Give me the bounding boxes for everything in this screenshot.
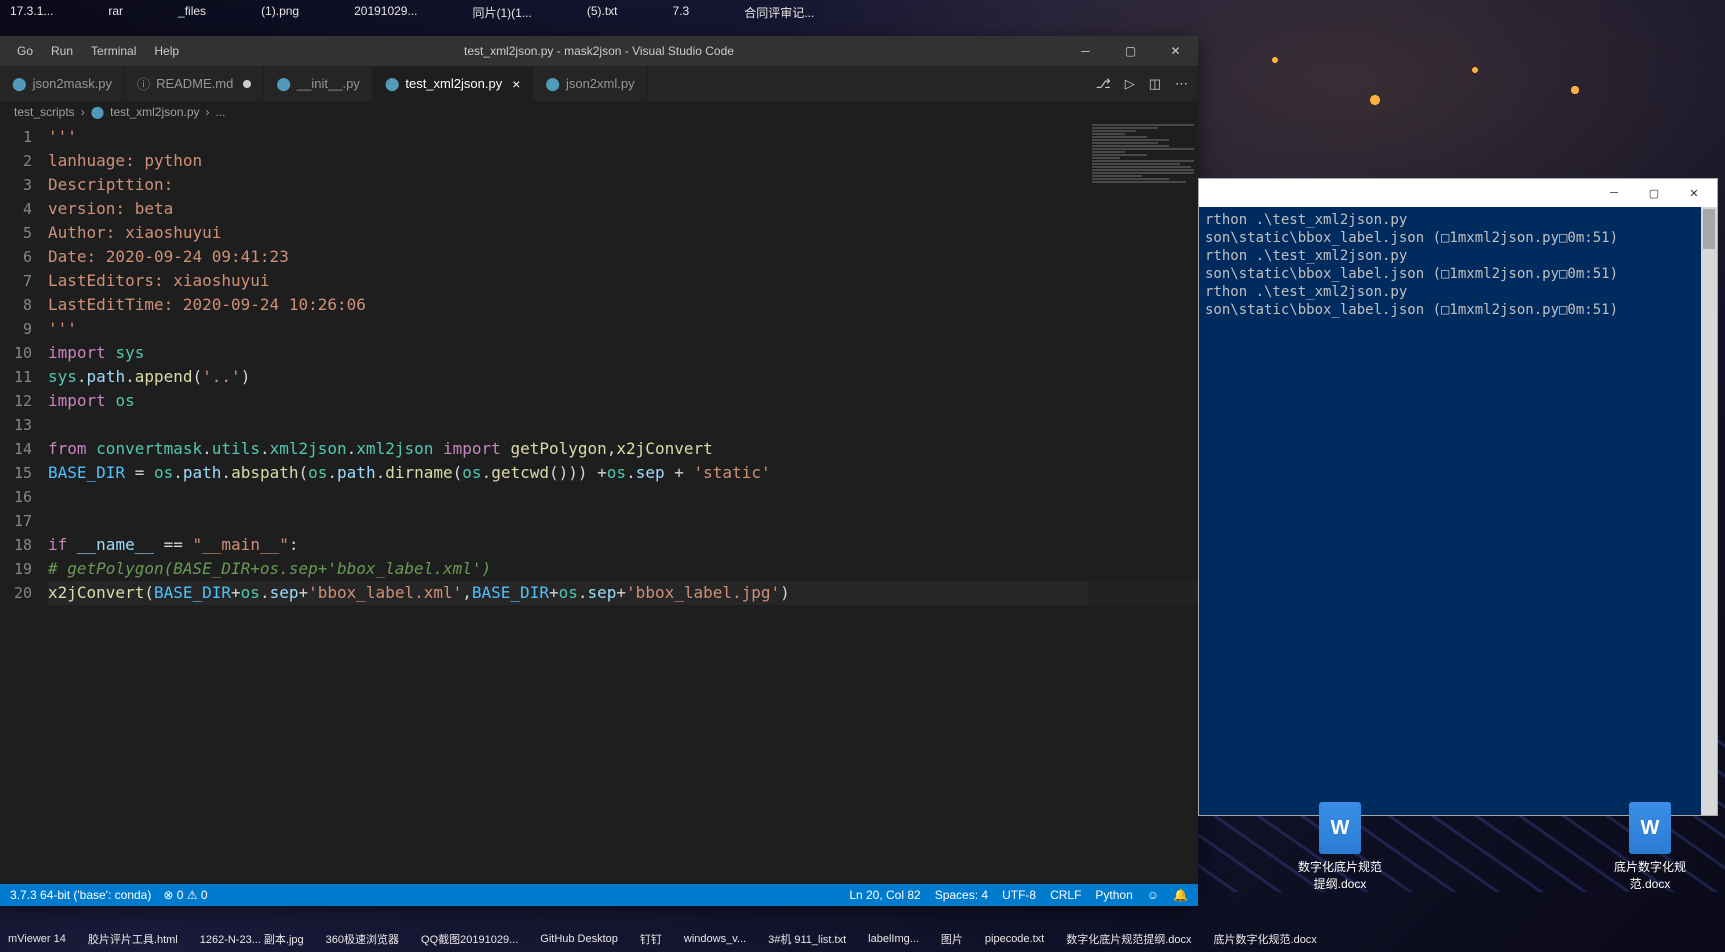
status-bell-icon[interactable]: 🔔 <box>1173 888 1188 902</box>
maximize-button[interactable]: ▢ <box>1108 36 1153 66</box>
tab-test-xml2json[interactable]: ⬤ test_xml2json.py × <box>373 66 534 101</box>
terminal-window: ─ ▢ ✕ rthon .\test_xml2json.py son\stati… <box>1198 178 1718 816</box>
python-icon: ⬤ <box>12 76 27 92</box>
vscode-window: Go Run Terminal Help test_xml2json.py - … <box>0 36 1198 906</box>
close-icon[interactable]: × <box>512 76 520 92</box>
compare-icon[interactable]: ⎇ <box>1096 76 1111 92</box>
breadcrumb-item[interactable]: test_scripts <box>14 105 75 119</box>
close-button[interactable]: ✕ <box>1153 36 1198 66</box>
taskbar-item[interactable]: 3#机 911_list.txt <box>768 931 846 947</box>
desktop-icon-label[interactable]: _files <box>178 4 206 18</box>
terminal-output[interactable]: rthon .\test_xml2json.py son\static\bbox… <box>1199 207 1717 815</box>
taskbar-item[interactable]: 1262-N-23... 副本.jpg <box>200 931 304 947</box>
desktop-icon-label[interactable]: 同片(1)(1... <box>473 4 532 21</box>
tab-label: __init__.py <box>297 76 360 91</box>
status-cursor[interactable]: Ln 20, Col 82 <box>849 888 920 902</box>
desktop-docx-icon[interactable]: W 底片数字化规范.docx <box>1605 802 1695 892</box>
taskbar-item[interactable]: windows_v... <box>684 933 746 945</box>
editor-tabs: ⬤ json2mask.py ⓘ README.md ⬤ __init__.py ⬤ t… <box>0 66 1198 101</box>
tab-label: json2mask.py <box>33 76 112 91</box>
word-icon: W <box>1629 802 1671 854</box>
status-feedback-icon[interactable]: ☺ <box>1147 888 1159 902</box>
word-icon: W <box>1319 802 1361 854</box>
python-icon: ⬤ <box>276 76 291 92</box>
code-content[interactable]: '''lanhuage: pythonDescripttion:version:… <box>48 123 1198 884</box>
tab-json2xml[interactable]: ⬤ json2xml.py <box>533 66 647 101</box>
taskbar-item[interactable]: 胶片评片工具.html <box>88 931 178 947</box>
run-icon[interactable]: ▷ <box>1125 76 1135 92</box>
desktop-icon-label[interactable]: 17.3.1... <box>10 4 53 18</box>
desktop-docx-icon[interactable]: W 数字化底片规范提纲.docx <box>1295 802 1385 892</box>
more-icon[interactable]: ⋯ <box>1175 76 1188 92</box>
desktop-icon-label[interactable]: (5).txt <box>587 4 618 18</box>
maximize-button[interactable]: ▢ <box>1635 181 1673 205</box>
desktop-top-icons: 17.3.1... rar _files (1).png 20191029...… <box>0 0 1725 24</box>
modified-dot-icon <box>243 80 251 88</box>
chevron-right-icon: › <box>206 105 210 119</box>
status-language[interactable]: Python <box>1095 888 1132 902</box>
taskbar-item[interactable]: labelImg... <box>868 933 919 945</box>
status-encoding[interactable]: UTF-8 <box>1002 888 1036 902</box>
menu-run[interactable]: Run <box>42 44 82 58</box>
breadcrumbs[interactable]: test_scripts › ⬤ test_xml2json.py › ... <box>0 101 1198 123</box>
status-bar: 3.7.3 64-bit ('base': conda) ⊗ 0 ⚠ 0 Ln … <box>0 884 1198 906</box>
minimize-button[interactable]: ─ <box>1595 181 1633 205</box>
taskbar-item[interactable]: GitHub Desktop <box>540 933 618 945</box>
tab-label: test_xml2json.py <box>405 76 502 91</box>
editor-actions: ⎇ ▷ ◫ ⋯ <box>1096 66 1198 101</box>
desktop-icon-label[interactable]: 7.3 <box>673 4 690 18</box>
split-icon[interactable]: ◫ <box>1149 76 1161 92</box>
menu-bar: Go Run Terminal Help <box>0 44 188 58</box>
desktop-icon-label[interactable]: 20191029... <box>354 4 417 18</box>
status-indent[interactable]: Spaces: 4 <box>935 888 988 902</box>
terminal-titlebar[interactable]: ─ ▢ ✕ <box>1199 179 1717 207</box>
status-eol[interactable]: CRLF <box>1050 888 1081 902</box>
taskbar-item[interactable]: 360极速浏览器 <box>326 931 399 947</box>
taskbar: mViewer 14 胶片评片工具.html 1262-N-23... 副本.jpg… <box>0 926 1725 952</box>
desktop-file-icons: W 数字化底片规范提纲.docx W 底片数字化规范.docx <box>1295 802 1695 892</box>
python-icon: ⬤ <box>545 76 560 92</box>
scrollbar[interactable] <box>1701 207 1717 815</box>
python-icon: ⬤ <box>91 105 104 119</box>
breadcrumb-item[interactable]: test_xml2json.py <box>110 105 199 119</box>
tab-readme[interactable]: ⓘ README.md <box>125 66 264 101</box>
menu-help[interactable]: Help <box>145 44 188 58</box>
desktop-icon-label[interactable]: (1).png <box>261 4 299 18</box>
scrollbar-thumb[interactable] <box>1703 209 1715 249</box>
window-controls: ─ ▢ ✕ <box>1063 36 1198 66</box>
minimize-button[interactable]: ─ <box>1063 36 1108 66</box>
desktop-icon-label[interactable]: rar <box>108 4 123 18</box>
file-label: 底片数字化规范.docx <box>1605 858 1695 892</box>
tab-init[interactable]: ⬤ __init__.py <box>264 66 372 101</box>
breadcrumb-item[interactable]: ... <box>216 105 226 119</box>
desktop-icon-label[interactable]: 合同评审记... <box>744 4 814 21</box>
chevron-right-icon: › <box>81 105 85 119</box>
taskbar-item[interactable]: QQ截图20191029... <box>421 931 518 947</box>
info-icon: ⓘ <box>137 74 150 93</box>
taskbar-item[interactable]: 底片数字化规范.docx <box>1214 931 1317 947</box>
status-python-env[interactable]: 3.7.3 64-bit ('base': conda) <box>10 888 151 902</box>
file-label: 数字化底片规范提纲.docx <box>1295 858 1385 892</box>
editor-area[interactable]: 1234567891011121314151617181920 '''lanhu… <box>0 123 1198 884</box>
menu-terminal[interactable]: Terminal <box>82 44 145 58</box>
taskbar-item[interactable]: mViewer 14 <box>8 933 66 945</box>
status-problems[interactable]: ⊗ 0 ⚠ 0 <box>163 888 207 902</box>
taskbar-item[interactable]: pipecode.txt <box>985 933 1044 945</box>
python-icon: ⬤ <box>385 76 400 92</box>
line-numbers: 1234567891011121314151617181920 <box>0 123 48 884</box>
tab-json2mask[interactable]: ⬤ json2mask.py <box>0 66 125 101</box>
menu-go[interactable]: Go <box>8 44 42 58</box>
close-button[interactable]: ✕ <box>1675 181 1713 205</box>
tab-label: json2xml.py <box>566 76 635 91</box>
titlebar[interactable]: Go Run Terminal Help test_xml2json.py - … <box>0 36 1198 66</box>
taskbar-item[interactable]: 钉钉 <box>640 931 662 947</box>
taskbar-item[interactable]: 图片 <box>941 931 963 947</box>
taskbar-item[interactable]: 数字化底片规范提纲.docx <box>1066 931 1191 947</box>
tab-label: README.md <box>156 76 233 91</box>
minimap[interactable] <box>1088 123 1198 884</box>
